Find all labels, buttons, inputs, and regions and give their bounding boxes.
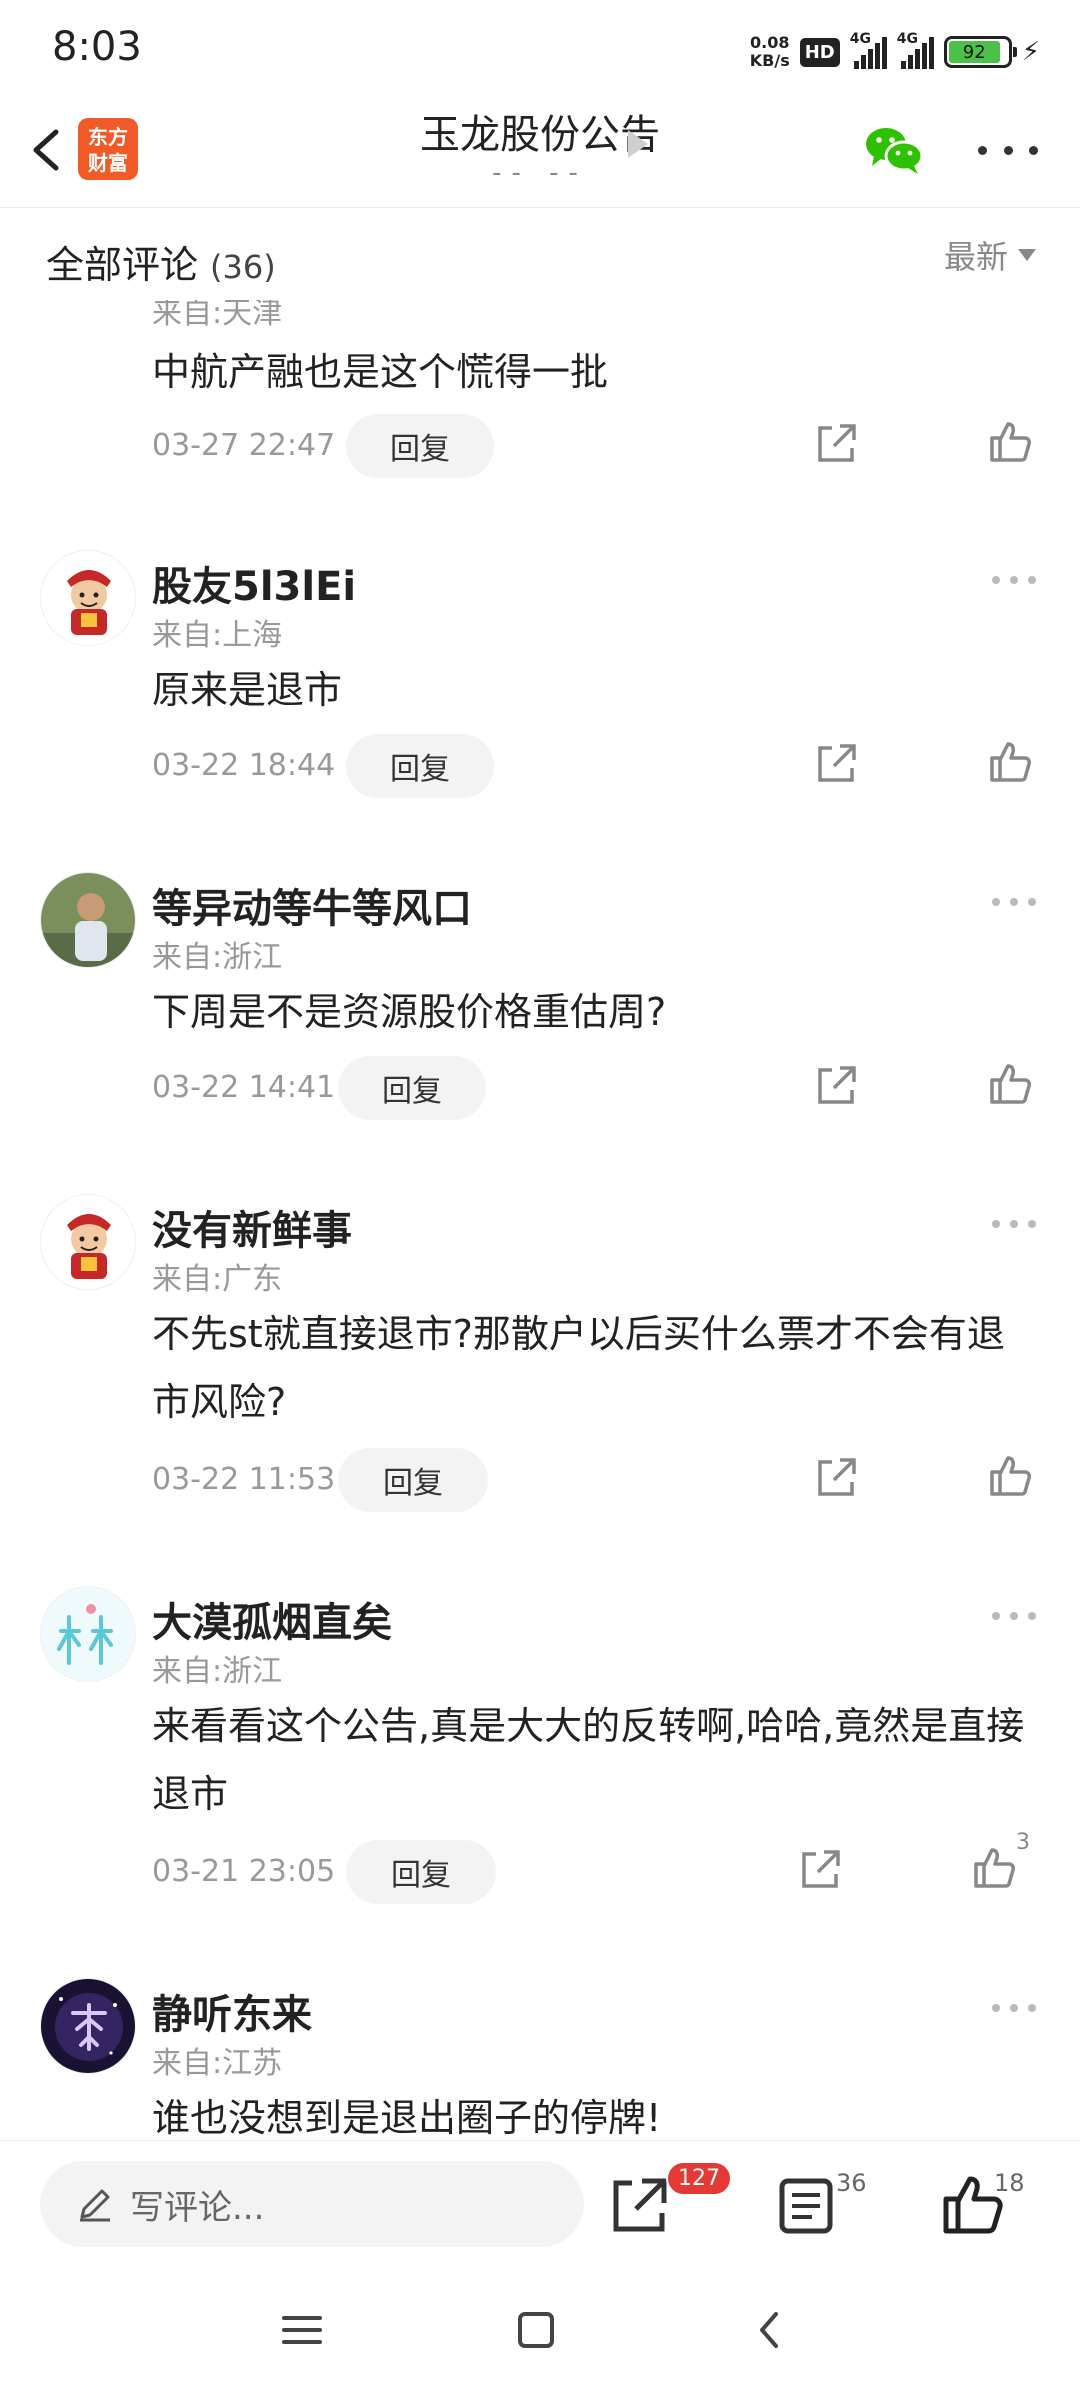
comment-text: 来看看这个公告,真是大大的反转啊,哈哈,竟然是直接退市 xyxy=(152,1704,1025,1816)
comment-list[interactable]: 来自:天津 中航产融也是这个慌得一批 03-27 22:47 回复 股友5l3l… xyxy=(0,300,1080,2140)
comment-text: 原来是退市 xyxy=(152,668,343,712)
more-options-button[interactable] xyxy=(978,130,1038,170)
comment-time: 03-27 22:47 xyxy=(152,428,336,463)
comment-author[interactable]: 静听东来 xyxy=(152,1982,312,2040)
pencil-icon xyxy=(80,2189,110,2222)
comments-count: (36) xyxy=(210,248,276,286)
share-icon[interactable] xyxy=(812,1062,860,1110)
likes-count-label: 18 xyxy=(994,2169,1025,2197)
wechat-share-button[interactable] xyxy=(862,118,926,182)
triangle-down-icon xyxy=(1018,249,1036,261)
share-icon[interactable] xyxy=(604,2171,674,2241)
sort-dropdown[interactable]: 最新 xyxy=(944,232,1036,278)
comment-location: 来自:浙江 xyxy=(152,1654,283,1689)
bottom-action-bar: 写评论... 127 36 18 xyxy=(0,2140,1080,2270)
comment-item: 大漠孤烟直矣 来自:浙江 来看看这个公告,真是大大的反转啊,哈哈,竟然是直接退市… xyxy=(0,1586,1080,1976)
comment-more-button[interactable] xyxy=(992,1998,1036,2018)
menu-icon[interactable] xyxy=(272,2300,332,2360)
thumbs-up-icon[interactable] xyxy=(970,1844,1018,1892)
reply-button[interactable]: 回复 xyxy=(338,1448,488,1512)
comment-item: 没有新鲜事 来自:广东 不先st就直接退市?那散户以后买什么票才不会有退市风险?… xyxy=(0,1194,1080,1584)
page-subtitle: -- -- xyxy=(492,158,588,188)
status-bar: 8:03 0.08 KB/s HD 4G 4G 92 ⚡ xyxy=(0,0,1080,100)
god-of-wealth-avatar-icon xyxy=(41,551,135,645)
share-icon[interactable] xyxy=(812,420,860,468)
battery-icon: 92 xyxy=(943,36,1017,68)
wechat-icon xyxy=(866,128,924,174)
comment-more-button[interactable] xyxy=(992,892,1036,912)
person-photo-avatar-icon xyxy=(41,873,135,967)
comment-author[interactable]: 等异动等牛等风口 xyxy=(152,876,472,934)
comment-location: 来自:广东 xyxy=(152,1262,283,1297)
comments-icon[interactable] xyxy=(772,2171,842,2241)
reply-button[interactable]: 回复 xyxy=(346,414,494,478)
play-arrow-icon[interactable] xyxy=(628,130,648,158)
comment-more-button[interactable] xyxy=(992,1606,1036,1626)
calligraphy-avatar-icon xyxy=(41,1587,135,1681)
network-speed: 0.08 KB/s xyxy=(749,33,790,70)
comment-item: 静听东来 来自:江苏 谁也没想到是退出圈子的停牌! xyxy=(0,1978,1080,2140)
comment-more-button[interactable] xyxy=(992,570,1036,590)
comment-author[interactable]: 股友5l3lEi xyxy=(152,554,356,612)
share-icon[interactable] xyxy=(812,1454,860,1502)
comment-time: 03-22 11:53 xyxy=(152,1462,336,1497)
write-comment-input[interactable]: 写评论... xyxy=(40,2161,584,2247)
comment-text: 不先st就直接退市?那散户以后买什么票才不会有退市风险? xyxy=(152,1312,1005,1424)
comment-location: 来自:天津 xyxy=(152,300,283,331)
avatar[interactable] xyxy=(40,1978,136,2074)
comment-location: 来自:浙江 xyxy=(152,940,283,975)
app-header: 东方 财富 玉龙股份公告 -- -- xyxy=(0,100,1080,208)
chevron-left-icon xyxy=(33,129,59,171)
comment-location: 来自:上海 xyxy=(152,618,283,653)
status-icons: 0.08 KB/s HD 4G 4G 92 ⚡ xyxy=(750,30,1040,74)
like-count: 3 xyxy=(1016,1830,1030,1855)
comment-text: 下周是不是资源股价格重估周? xyxy=(152,990,667,1034)
share-count-badge: 127 xyxy=(666,2161,732,2196)
comments-title: 全部评论 (36) xyxy=(46,243,276,287)
charging-icon: ⚡ xyxy=(1021,37,1040,67)
comment-text: 中航产融也是这个慌得一批 xyxy=(152,350,609,394)
comment-location: 来自:江苏 xyxy=(152,2046,283,2081)
starry-avatar-icon xyxy=(41,1979,135,2073)
reply-button[interactable]: 回复 xyxy=(338,1056,486,1120)
reply-button[interactable]: 回复 xyxy=(346,734,494,798)
page-title: 玉龙股份公告 xyxy=(420,112,660,158)
comment-item: 等异动等牛等风口 来自:浙江 下周是不是资源股价格重估周? 03-22 14:4… xyxy=(0,872,1080,1192)
comment-text: 谁也没想到是退出圈子的停牌! xyxy=(152,2096,662,2140)
thumbs-up-icon[interactable] xyxy=(986,738,1034,786)
comment-more-button[interactable] xyxy=(992,1214,1036,1234)
god-of-wealth-avatar-icon xyxy=(41,1195,135,1289)
reply-button[interactable]: 回复 xyxy=(346,1840,496,1904)
comments-header: 全部评论 (36) 最新 xyxy=(0,208,1080,300)
thumbs-up-icon[interactable] xyxy=(986,1452,1034,1500)
signal-icon-2: 4G xyxy=(897,31,934,69)
signal-icon: 4G xyxy=(850,31,887,69)
back-button[interactable] xyxy=(22,120,72,180)
avatar[interactable] xyxy=(40,550,136,646)
comment-author[interactable]: 没有新鲜事 xyxy=(152,1198,352,1256)
share-icon[interactable] xyxy=(796,1846,844,1894)
comment-time: 03-21 23:05 xyxy=(152,1854,336,1889)
app-logo: 东方 财富 xyxy=(78,118,138,180)
thumbs-up-icon[interactable] xyxy=(986,1060,1034,1108)
comment-time: 03-22 18:44 xyxy=(152,748,336,783)
back-icon[interactable] xyxy=(740,2300,800,2360)
comments-count-label: 36 xyxy=(836,2169,867,2197)
status-time: 8:03 xyxy=(52,24,142,70)
comment-time: 03-22 14:41 xyxy=(152,1070,336,1105)
home-icon[interactable] xyxy=(506,2300,566,2360)
comment-author[interactable]: 大漠孤烟直矣 xyxy=(152,1590,392,1648)
system-nav-bar xyxy=(0,2270,1080,2400)
thumbs-up-icon[interactable] xyxy=(986,418,1034,466)
comment-item: 股友5l3lEi 来自:上海 原来是退市 03-22 18:44 回复 xyxy=(0,550,1080,870)
avatar[interactable] xyxy=(40,1586,136,1682)
avatar[interactable] xyxy=(40,872,136,968)
share-icon[interactable] xyxy=(812,740,860,788)
hd-icon: HD xyxy=(799,37,840,67)
avatar[interactable] xyxy=(40,1194,136,1290)
